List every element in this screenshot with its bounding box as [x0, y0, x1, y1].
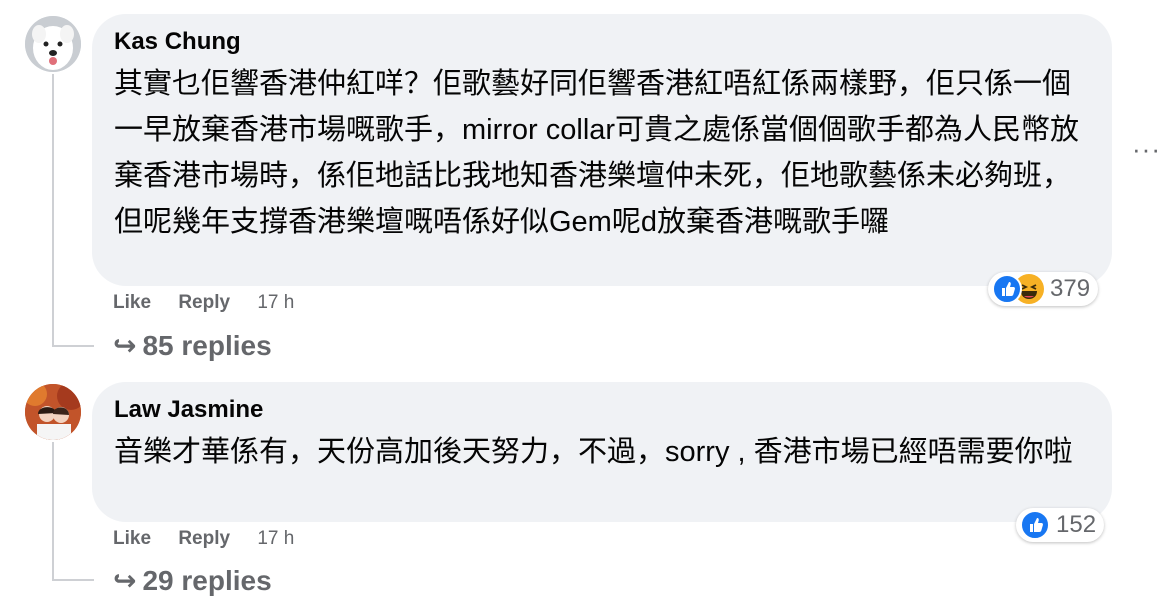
- comment-actions: Like Reply 17 h: [113, 292, 316, 314]
- reply-arrow-icon: ↪: [113, 565, 137, 596]
- view-replies-link[interactable]: ↪ 85 replies: [113, 329, 272, 362]
- comment-bubble: Law Jasmine 音樂才華係有，天份高加後天努力，不過，sorry , 香…: [92, 382, 1112, 522]
- reply-arrow-icon: ↪: [113, 330, 137, 361]
- comment-actions: Like Reply 17 h: [113, 528, 316, 550]
- thread-line: [52, 442, 54, 580]
- comment-bubble: Kas Chung 其實乜佢響香港仲紅咩？佢歌藝好同佢響香港紅唔紅係兩樣野，佢只…: [92, 14, 1112, 286]
- view-replies-link[interactable]: ↪ 29 replies: [113, 564, 272, 597]
- comment-author[interactable]: Law Jasmine: [114, 395, 1082, 425]
- reply-button[interactable]: Reply: [178, 528, 230, 549]
- timestamp[interactable]: 17 h: [257, 292, 294, 313]
- comment-text: 其實乜佢響香港仲紅咩？佢歌藝好同佢響香港紅唔紅係兩樣野，佢只係一個一早放棄香港市…: [114, 68, 1080, 238]
- reaction-count: 379: [1050, 275, 1091, 302]
- profile-photo-icon: [25, 384, 81, 440]
- replies-count-label: 85 replies: [142, 330, 272, 361]
- reply-button[interactable]: Reply: [178, 292, 230, 313]
- thread-line-curve: [52, 579, 94, 581]
- reaction-count: 152: [1056, 511, 1097, 538]
- like-icon: [992, 274, 1022, 304]
- comment-text: 音樂才華係有，天份高加後天努力，不過，sorry , 香港市場已經唔需要你啦: [114, 436, 1073, 468]
- reaction-summary[interactable]: 152: [1016, 508, 1105, 542]
- dog-avatar-icon: [25, 16, 81, 72]
- replies-count-label: 29 replies: [142, 565, 272, 596]
- avatar[interactable]: [25, 384, 81, 440]
- avatar[interactable]: [25, 16, 81, 72]
- timestamp[interactable]: 17 h: [257, 528, 294, 549]
- like-icon: [1020, 510, 1050, 540]
- more-options-icon[interactable]: ···: [1132, 134, 1161, 165]
- thread-line: [52, 74, 54, 346]
- like-button[interactable]: Like: [113, 292, 151, 313]
- reaction-summary[interactable]: 379: [988, 272, 1099, 306]
- thread-line-curve: [52, 345, 94, 347]
- comment-author[interactable]: Kas Chung: [114, 27, 1082, 57]
- like-button[interactable]: Like: [113, 528, 151, 549]
